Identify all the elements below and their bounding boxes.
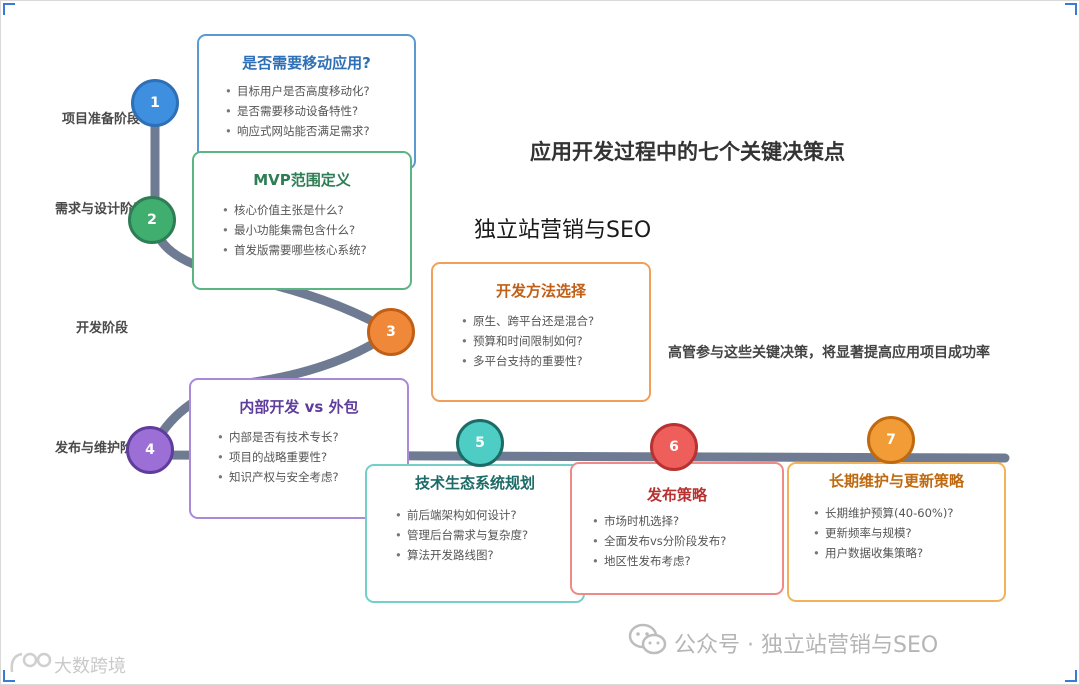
card-item: 原生、跨平台还是混合?: [461, 311, 649, 331]
summary-note: 高管参与这些关键决策，将显著提高应用项目成功率: [668, 345, 990, 361]
milestone-node-7: 7: [867, 416, 915, 464]
milestone-node-3: 3: [367, 308, 415, 356]
card-item: 算法开发路线图?: [395, 545, 583, 565]
card-item: 用户数据收集策略?: [813, 543, 1004, 563]
milestone-node-4: 4: [126, 426, 174, 474]
diagram-subtitle: 独立站营销与SEO: [474, 218, 652, 243]
wechat-icon: [628, 623, 667, 655]
brand-logo-icon: [10, 652, 52, 673]
decision-card-5: 技术生态系统规划 前后端架构如何设计? 管理后台需求与复杂度? 算法开发路线图?: [365, 464, 585, 603]
card-item: 长期维护预算(40-60%)?: [813, 503, 1004, 523]
decision-card-2: MVP范围定义 核心价值主张是什么? 最小功能集需包含什么? 首发版需要哪些核心…: [192, 151, 412, 290]
card-item: 更新频率与规模?: [813, 523, 1004, 543]
card-item: 多平台支持的重要性?: [461, 351, 649, 371]
card-item: 目标用户是否高度移动化?: [225, 81, 414, 101]
stage-label-prepare: 项目准备阶段: [62, 112, 141, 127]
card-title: MVP范围定义: [253, 171, 351, 189]
decision-card-7: 长期维护与更新策略 长期维护预算(40-60%)? 更新频率与规模? 用户数据收…: [787, 462, 1006, 602]
card-item: 全面发布vs分阶段发布?: [592, 531, 782, 551]
decision-card-3: 开发方法选择 原生、跨平台还是混合? 预算和时间限制如何? 多平台支持的重要性?: [431, 262, 651, 402]
card-item: 预算和时间限制如何?: [461, 331, 649, 351]
milestone-node-2: 2: [128, 196, 176, 244]
milestone-node-1: 1: [131, 79, 179, 127]
card-title: 内部开发 vs 外包: [239, 398, 359, 416]
wechat-watermark: 公众号 · 独立站营销与SEO: [674, 633, 939, 658]
milestone-node-5: 5: [456, 419, 504, 467]
card-title: 技术生态系统规划: [414, 474, 535, 492]
card-item: 响应式网站能否满足需求?: [225, 121, 414, 141]
card-title: 发布策略: [646, 486, 707, 504]
card-item: 内部是否有技术专长?: [217, 427, 407, 447]
card-item: 首发版需要哪些核心系统?: [222, 240, 410, 260]
card-title: 是否需要移动应用?: [242, 54, 371, 72]
card-item: 地区性发布考虑?: [592, 551, 782, 571]
stage-label-develop: 开发阶段: [76, 321, 129, 336]
card-item: 管理后台需求与复杂度?: [395, 525, 583, 545]
card-item: 核心价值主张是什么?: [222, 200, 410, 220]
card-title: 开发方法选择: [495, 282, 586, 300]
card-title: 长期维护与更新策略: [828, 472, 964, 490]
milestone-node-6: 6: [650, 423, 698, 471]
brand-watermark: 大数跨境: [54, 656, 126, 677]
card-item: 最小功能集需包含什么?: [222, 220, 410, 240]
card-item: 是否需要移动设备特性?: [225, 101, 414, 121]
decision-card-1: 是否需要移动应用? 目标用户是否高度移动化? 是否需要移动设备特性? 响应式网站…: [197, 34, 416, 170]
card-item: 前后端架构如何设计?: [395, 505, 583, 525]
card-item: 市场时机选择?: [592, 511, 782, 531]
decision-card-6: 发布策略 市场时机选择? 全面发布vs分阶段发布? 地区性发布考虑?: [570, 462, 784, 595]
diagram-title: 应用开发过程中的七个关键决策点: [530, 140, 845, 164]
